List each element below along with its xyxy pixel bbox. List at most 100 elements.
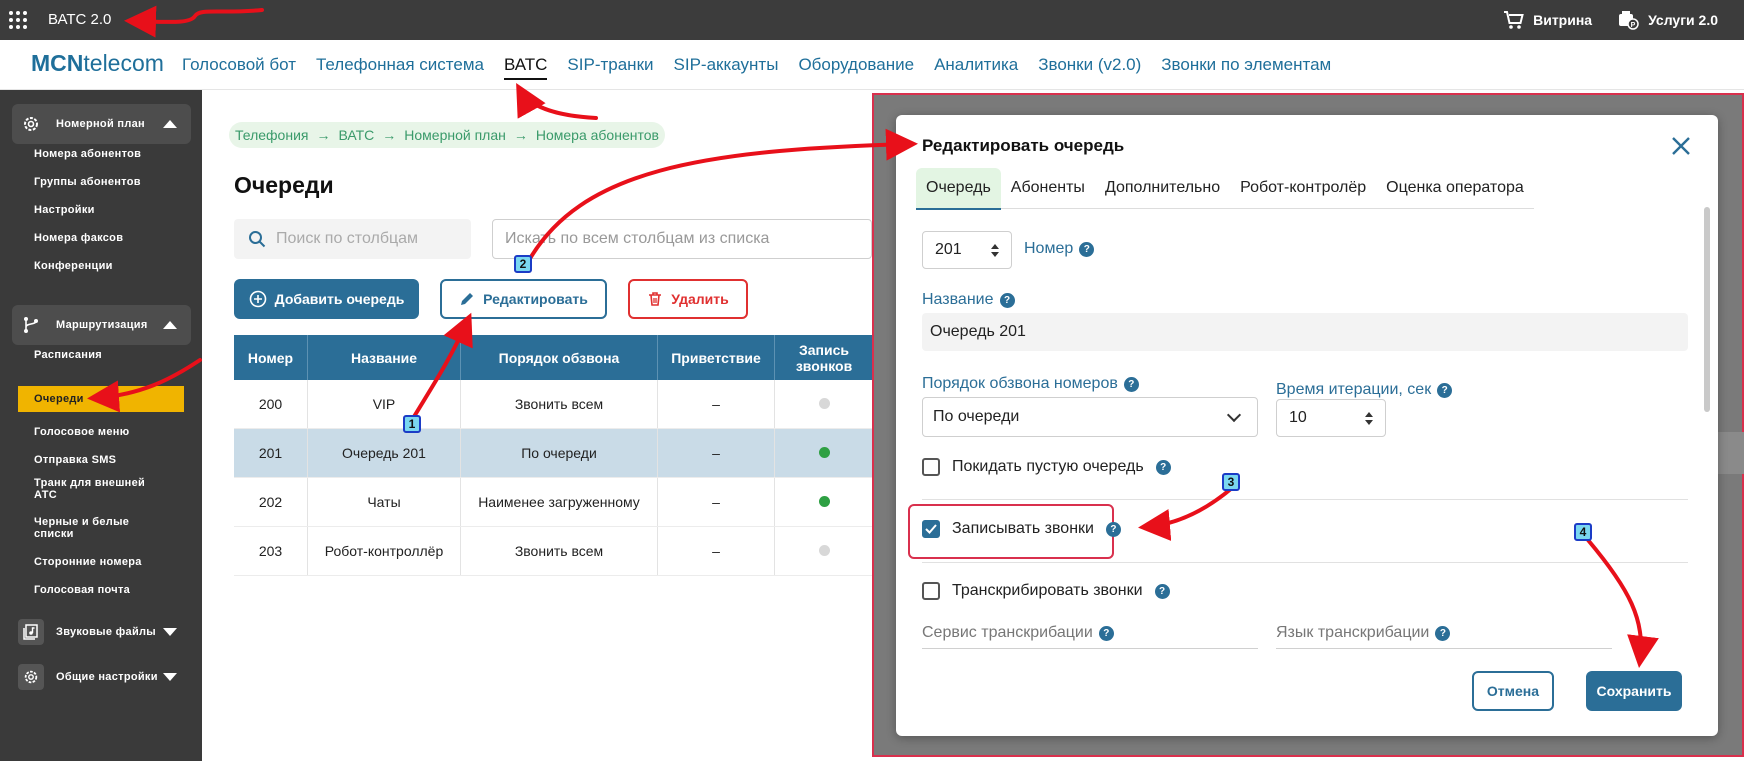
leave-empty-checkbox[interactable]	[922, 458, 940, 476]
delete-button[interactable]: Удалить	[628, 279, 748, 319]
table-row[interactable]: 202 Чаты Наименее загруженному –	[234, 477, 874, 527]
sidebar-item-queues[interactable]: Очереди	[18, 386, 184, 412]
stepper-arrows-icon[interactable]	[1365, 411, 1373, 425]
breadcrumb-item[interactable]: Номерной план	[404, 127, 506, 143]
stepper-arrows-icon[interactable]	[991, 243, 999, 257]
tab-subscribers[interactable]: Абоненты	[1001, 168, 1095, 208]
tab-additional[interactable]: Дополнительно	[1095, 168, 1230, 208]
sidebar-item-subscriber-numbers[interactable]: Номера абонентов	[34, 148, 154, 160]
nav-calls-v2[interactable]: Звонки (v2.0)	[1038, 55, 1141, 80]
sidebar-item-black-white-lists[interactable]: Черные и белые списки	[34, 516, 154, 540]
sidebar-item-external-trunk[interactable]: Транк для внешней АТС	[34, 477, 154, 501]
nav-phone-system[interactable]: Телефонная система	[316, 55, 484, 80]
record-calls-label: Записывать звонки	[952, 520, 1094, 537]
help-icon[interactable]: ?	[999, 292, 1015, 308]
help-icon[interactable]: ?	[1079, 241, 1095, 257]
sidebar-item-external-numbers[interactable]: Сторонние номера	[34, 556, 154, 568]
nav-calls-by-elements[interactable]: Звонки по элементам	[1161, 55, 1331, 80]
checkmark-icon	[925, 524, 937, 534]
brand-logo[interactable]: MCNtelecom	[31, 50, 164, 77]
global-search	[492, 219, 872, 259]
breadcrumb-item[interactable]: Номера абонентов	[536, 127, 659, 143]
nav-sip-accounts[interactable]: SIP-аккаунты	[674, 55, 779, 80]
record-calls-checkbox[interactable]	[922, 520, 940, 538]
arrow-to-vats	[516, 83, 598, 120]
cell-number: 202	[234, 477, 308, 527]
routing-icon	[18, 312, 44, 338]
sidebar-item-sms[interactable]: Отправка SMS	[34, 454, 154, 466]
nav-voice-bot[interactable]: Голосовой бот	[182, 55, 296, 80]
help-icon[interactable]: ?	[1105, 521, 1121, 537]
cell-greeting: –	[657, 380, 775, 429]
number-stepper[interactable]: 201	[922, 231, 1012, 269]
col-name[interactable]: Название	[307, 335, 461, 380]
edit-button[interactable]: Редактировать	[440, 279, 607, 319]
sidebar-item-voicemail[interactable]: Голосовая почта	[34, 584, 154, 596]
table-row[interactable]: 201 Очередь 201 По очереди –	[234, 428, 874, 478]
nav-analytics[interactable]: Аналитика	[934, 55, 1018, 80]
help-icon[interactable]: ?	[1123, 376, 1139, 392]
cell-record	[774, 526, 874, 576]
col-record[interactable]: Запись звонков	[774, 335, 874, 380]
sidebar-group-numbering-plan[interactable]: Номерной план	[12, 104, 191, 144]
help-icon[interactable]: ?	[1155, 459, 1171, 475]
trash-icon	[649, 292, 662, 306]
tab-operator-rating[interactable]: Оценка оператора	[1376, 168, 1534, 208]
help-icon[interactable]: ?	[1098, 625, 1114, 641]
modal-scrollbar[interactable]	[1704, 207, 1710, 412]
cell-name: VIP	[307, 380, 461, 429]
annotation-badge-4: 4	[1574, 523, 1592, 541]
help-icon[interactable]: ?	[1435, 625, 1451, 641]
cell-greeting: –	[657, 477, 775, 527]
apps-grid-icon[interactable]	[9, 11, 27, 29]
sidebar-item-conferences[interactable]: Конференции	[34, 260, 154, 272]
sidebar-item-settings[interactable]: Настройки	[34, 204, 154, 216]
breadcrumb-item[interactable]: ВАТС	[338, 127, 374, 143]
sidebar-item-fax-numbers[interactable]: Номера факсов	[34, 232, 154, 244]
leave-empty-row: Покидать пустую очередь ?	[922, 458, 1171, 476]
column-search	[234, 219, 471, 259]
save-button[interactable]: Сохранить	[1586, 671, 1682, 711]
collapse-arrow-icon	[163, 120, 177, 128]
name-input[interactable]: Очередь 201	[922, 313, 1688, 351]
showcase-link[interactable]: Витрина	[1503, 10, 1592, 30]
sidebar-item-schedules[interactable]: Расписания	[34, 349, 154, 361]
service-select[interactable]	[922, 648, 1258, 649]
divider	[922, 499, 1688, 500]
breadcrumb-item[interactable]: Телефония	[235, 127, 308, 143]
col-order[interactable]: Порядок обзвона	[460, 335, 658, 380]
iteration-stepper[interactable]: 10	[1276, 399, 1386, 437]
cell-greeting: –	[657, 428, 775, 478]
table-row[interactable]: 203 Робот-контроллёр Звонить всем –	[234, 526, 874, 576]
order-select[interactable]: По очереди	[922, 397, 1258, 437]
tab-queue[interactable]: Очередь	[916, 168, 1001, 210]
language-select[interactable]	[1276, 648, 1612, 649]
sidebar-group-sound-files[interactable]: Звуковые файлы	[12, 612, 191, 652]
col-greeting[interactable]: Приветствие	[657, 335, 775, 380]
sidebar-item-subscriber-groups[interactable]: Группы абонентов	[34, 176, 154, 188]
nav-equipment[interactable]: Оборудование	[798, 55, 914, 80]
iteration-value: 10	[1289, 409, 1307, 426]
transcribe-checkbox[interactable]	[922, 582, 940, 600]
column-search-input[interactable]	[274, 229, 468, 249]
cell-name: Очередь 201	[307, 428, 461, 478]
global-search-input[interactable]	[503, 229, 847, 249]
cancel-button[interactable]: Отмена	[1472, 671, 1554, 711]
sidebar-group-routing[interactable]: Маршрутизация	[12, 305, 191, 345]
collapse-arrow-icon	[163, 321, 177, 329]
table-row[interactable]: 200 VIP Звонить всем –	[234, 380, 874, 429]
col-number[interactable]: Номер	[234, 335, 308, 380]
add-queue-button[interactable]: Добавить очередь	[234, 279, 419, 319]
nav-sip-trunks[interactable]: SIP-транки	[567, 55, 653, 80]
services-link[interactable]: P Услуги 2.0	[1618, 10, 1718, 30]
sidebar-group-general-settings[interactable]: Общие настройки	[12, 657, 191, 697]
sidebar-group-label: Маршрутизация	[56, 319, 148, 331]
help-icon[interactable]: ?	[1437, 382, 1453, 398]
name-label: Название?	[922, 291, 1015, 309]
close-icon[interactable]	[1670, 135, 1692, 157]
tab-robot-controller[interactable]: Робот-контролёр	[1230, 168, 1376, 208]
nav-vats[interactable]: ВАТС	[503, 55, 548, 80]
help-icon[interactable]: ?	[1154, 583, 1170, 599]
app-title: ВАТС 2.0	[48, 11, 112, 28]
sidebar-item-voice-menu[interactable]: Голосовое меню	[34, 426, 154, 438]
